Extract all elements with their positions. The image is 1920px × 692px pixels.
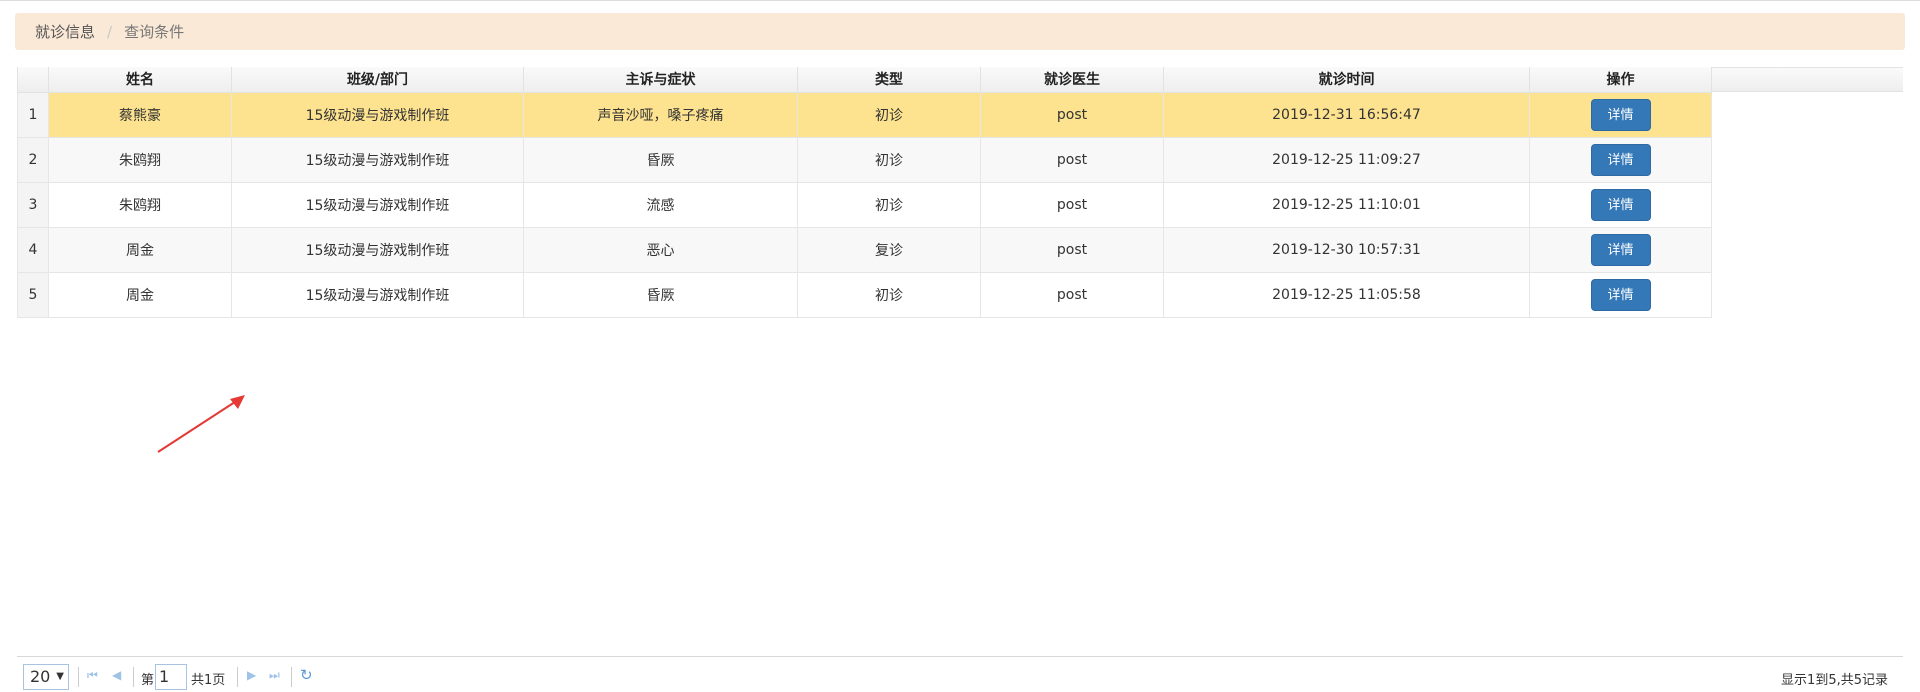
- row-number: 3: [17, 181, 49, 228]
- page-total-label: 共1页: [191, 673, 226, 688]
- cell-time: 2019-12-30 10:57:31: [1163, 226, 1530, 273]
- cell-symptom: 流感: [523, 181, 798, 228]
- cell-action: 详情: [1529, 91, 1712, 138]
- row-number: 5: [17, 271, 49, 318]
- pager-divider: [237, 667, 238, 687]
- table-header-row: 姓名 班级/部门 主诉与症状 类型 就诊医生 就诊时间 操作: [17, 67, 1712, 93]
- prev-page-icon[interactable]: ◀: [112, 668, 121, 682]
- detail-button[interactable]: 详情: [1590, 143, 1651, 176]
- page-size-select[interactable]: 20 ▼: [23, 664, 69, 690]
- row-number: 2: [17, 136, 49, 183]
- cell-dept: 15级动漫与游戏制作班: [231, 271, 524, 318]
- cell-dept: 15级动漫与游戏制作班: [231, 91, 524, 138]
- pagination-bar: 20 ▼ ⏮ ◀ 第 1 共1页 ▶ ⏭ ↻ 显示1到5,共5记录: [17, 656, 1903, 692]
- red-arrow-annotation: [157, 395, 245, 453]
- visit-table: 姓名 班级/部门 主诉与症状 类型 就诊医生 就诊时间 操作 1 蔡熊豪 15级…: [17, 67, 1712, 318]
- breadcrumb: 就诊信息 / 查询条件: [15, 13, 1905, 50]
- cell-dept: 15级动漫与游戏制作班: [231, 226, 524, 273]
- cell-doctor: post: [980, 91, 1164, 138]
- breadcrumb-separator: /: [107, 22, 113, 41]
- cell-action: 详情: [1529, 226, 1712, 273]
- table-row[interactable]: 5 周金 15级动漫与游戏制作班 昏厥 初诊 post 2019-12-25 1…: [17, 271, 1712, 318]
- cell-name: 蔡熊豪: [48, 91, 232, 138]
- last-page-icon[interactable]: ⏭: [269, 668, 280, 683]
- refresh-icon[interactable]: ↻: [300, 666, 313, 684]
- column-header-dept[interactable]: 班级/部门: [231, 67, 524, 93]
- cell-name: 周金: [48, 226, 232, 273]
- breadcrumb-item-query: 查询条件: [124, 23, 185, 41]
- cell-symptom: 昏厥: [523, 271, 798, 318]
- cell-dept: 15级动漫与游戏制作班: [231, 136, 524, 183]
- record-info: 显示1到5,共5记录: [1781, 673, 1888, 688]
- cell-time: 2019-12-25 11:10:01: [1163, 181, 1530, 228]
- first-page-icon[interactable]: ⏮: [87, 668, 98, 683]
- row-number: 4: [17, 226, 49, 273]
- column-header-name[interactable]: 姓名: [48, 67, 232, 93]
- pager-divider: [133, 667, 134, 687]
- table-row[interactable]: 1 蔡熊豪 15级动漫与游戏制作班 声音沙哑，嗓子疼痛 初诊 post 2019…: [17, 91, 1712, 138]
- cell-dept: 15级动漫与游戏制作班: [231, 181, 524, 228]
- cell-name: 周金: [48, 271, 232, 318]
- cell-doctor: post: [980, 226, 1164, 273]
- cell-action: 详情: [1529, 271, 1712, 318]
- cell-doctor: post: [980, 271, 1164, 318]
- cell-doctor: post: [980, 136, 1164, 183]
- cell-type: 初诊: [797, 136, 981, 183]
- cell-type: 复诊: [797, 226, 981, 273]
- top-border: [0, 0, 1920, 1]
- column-header-symptom[interactable]: 主诉与症状: [523, 67, 798, 93]
- detail-button[interactable]: 详情: [1590, 233, 1651, 266]
- table-row[interactable]: 2 朱鸥翔 15级动漫与游戏制作班 昏厥 初诊 post 2019-12-25 …: [17, 136, 1712, 183]
- column-header-time[interactable]: 就诊时间: [1163, 67, 1530, 93]
- page-number-input[interactable]: 1: [155, 664, 187, 690]
- row-number-header: [17, 67, 49, 93]
- column-header-doctor[interactable]: 就诊医生: [980, 67, 1164, 93]
- cell-type: 初诊: [797, 271, 981, 318]
- row-number: 1: [17, 91, 49, 138]
- page-size-value: 20: [30, 667, 51, 686]
- cell-doctor: post: [980, 181, 1164, 228]
- cell-action: 详情: [1529, 136, 1712, 183]
- next-page-icon[interactable]: ▶: [247, 668, 256, 682]
- cell-time: 2019-12-25 11:05:58: [1163, 271, 1530, 318]
- cell-type: 初诊: [797, 91, 981, 138]
- breadcrumb-item-visit-info[interactable]: 就诊信息: [35, 21, 95, 42]
- pager-divider: [291, 667, 292, 687]
- table-row[interactable]: 4 周金 15级动漫与游戏制作班 恶心 复诊 post 2019-12-30 1…: [17, 226, 1712, 273]
- column-header-action: 操作: [1529, 67, 1712, 93]
- table-row[interactable]: 3 朱鸥翔 15级动漫与游戏制作班 流感 初诊 post 2019-12-25 …: [17, 181, 1712, 228]
- detail-button[interactable]: 详情: [1590, 98, 1651, 131]
- detail-button[interactable]: 详情: [1590, 278, 1651, 311]
- column-header-type[interactable]: 类型: [797, 67, 981, 93]
- cell-time: 2019-12-25 11:09:27: [1163, 136, 1530, 183]
- cell-action: 详情: [1529, 181, 1712, 228]
- pager-divider: [78, 667, 79, 687]
- cell-symptom: 恶心: [523, 226, 798, 273]
- cell-type: 初诊: [797, 181, 981, 228]
- chevron-down-icon: ▼: [56, 671, 64, 682]
- cell-name: 朱鸥翔: [48, 136, 232, 183]
- cell-symptom: 昏厥: [523, 136, 798, 183]
- cell-symptom: 声音沙哑，嗓子疼痛: [523, 91, 798, 138]
- cell-time: 2019-12-31 16:56:47: [1163, 91, 1530, 138]
- page-prefix-label: 第: [141, 673, 155, 688]
- cell-name: 朱鸥翔: [48, 181, 232, 228]
- detail-button[interactable]: 详情: [1590, 188, 1651, 221]
